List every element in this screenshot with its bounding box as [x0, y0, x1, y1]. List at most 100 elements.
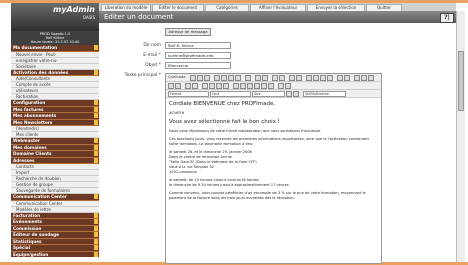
sidebar-section[interactable]: Mes Newsletters [11, 119, 99, 126]
expand-arrow-icon[interactable] [94, 100, 98, 105]
editor-content[interactable]: Cordiale BIENVENUE chez PROFImade. #CHEF… [166, 98, 381, 263]
align-center-icon[interactable] [209, 83, 215, 89]
tab-2[interactable]: Editer le document [152, 4, 204, 11]
indent-icon[interactable] [192, 83, 198, 89]
remove-format-icon[interactable] [296, 75, 302, 81]
strike-icon[interactable] [327, 75, 333, 81]
redo-icon[interactable] [262, 75, 268, 81]
ordered-list-icon[interactable] [168, 83, 174, 89]
scrollbar-thumb[interactable] [458, 51, 464, 111]
email-field[interactable]: kuehne@profimade.info [165, 52, 231, 59]
help-button[interactable]: ?| [440, 13, 454, 23]
expand-arrow-icon[interactable] [94, 245, 98, 250]
expand-arrow-icon[interactable] [94, 251, 98, 257]
tab-1[interactable]: Liberation du modèle [101, 4, 151, 11]
replace-icon[interactable] [279, 75, 285, 81]
select-all-icon[interactable] [289, 75, 295, 81]
tab-3[interactable]: Catégories [205, 4, 249, 11]
expand-arrow-icon[interactable] [94, 106, 98, 112]
expand-arrow-icon[interactable] [94, 212, 98, 218]
rich-text-editor[interactable]: Quellcode Format Font Size Stil/Maßnahme… [165, 73, 382, 264]
paste-text-icon[interactable] [235, 75, 241, 81]
rule-icon[interactable] [254, 83, 260, 89]
new-page-icon[interactable] [197, 75, 203, 81]
expand-arrow-icon[interactable] [94, 119, 98, 125]
expand-arrow-icon[interactable] [94, 238, 98, 244]
expand-arrow-icon[interactable] [94, 144, 98, 150]
unlink-icon[interactable] [361, 75, 367, 81]
sidebar-section[interactable]: Equipe/gestion [11, 251, 99, 257]
superscript-icon[interactable] [344, 75, 350, 81]
flash-icon[interactable] [240, 83, 246, 89]
expand-arrow-icon[interactable] [94, 69, 98, 75]
address-button[interactable]: Adresse de message [165, 28, 211, 36]
email-label: E-mail * [105, 53, 161, 58]
bg-color-icon[interactable] [285, 83, 291, 89]
justify-icon[interactable] [223, 83, 229, 89]
preview-icon[interactable] [204, 75, 210, 81]
expand-arrow-icon[interactable] [94, 232, 98, 237]
anchor-icon[interactable] [368, 75, 374, 81]
expand-arrow-icon[interactable] [94, 113, 98, 118]
smiley-icon[interactable] [261, 83, 267, 89]
save-icon[interactable] [190, 75, 196, 81]
undo-icon[interactable] [255, 75, 261, 81]
required-mark: * [158, 53, 161, 58]
expand-arrow-icon[interactable] [94, 157, 98, 163]
tab-4[interactable]: Affiner l'évaluateur [250, 4, 306, 11]
find-icon[interactable] [272, 75, 278, 81]
image-icon[interactable] [233, 83, 239, 89]
outdent-icon[interactable] [185, 83, 191, 89]
sidebar-label: Sociétaire [16, 63, 36, 69]
expand-arrow-icon[interactable] [94, 45, 98, 50]
sidebar-section[interactable]: Adresses [11, 157, 99, 164]
expand-arrow-icon[interactable] [94, 151, 98, 156]
expand-arrow-icon[interactable] [94, 225, 98, 231]
sidebar-label: Statistiques [13, 238, 42, 244]
expand-arrow-icon[interactable] [94, 219, 98, 224]
page-scrollbar[interactable] [456, 11, 465, 262]
link-icon[interactable] [354, 75, 360, 81]
underline-icon[interactable] [320, 75, 326, 81]
text-color-icon[interactable] [278, 83, 284, 89]
sidebar-label: Recherche de doublon [16, 176, 61, 181]
expand-arrow-icon[interactable] [94, 138, 98, 143]
bold-icon[interactable] [306, 75, 312, 81]
email-label-text: E-mail [143, 53, 158, 58]
copy-icon[interactable] [221, 75, 227, 81]
editor-toolbar-1: Quellcode [166, 74, 381, 82]
bullet-list-icon[interactable] [175, 83, 181, 89]
sidebar-section[interactable]: Ma documentation [11, 45, 99, 52]
sidebar: myAdmin OASIS PROD Saasdo 1.0 Ralf Kühne… [11, 3, 100, 257]
from-label: De nom [105, 43, 161, 48]
subscript-icon[interactable] [337, 75, 343, 81]
sidebar-label: (Vendredis) [16, 126, 39, 131]
bg-color-icon[interactable] [293, 91, 299, 97]
source-button[interactable]: Quellcode [168, 75, 186, 80]
text-color-icon[interactable] [286, 91, 292, 97]
size-select[interactable]: Size [252, 91, 285, 97]
paragraph: le samedi: de 10 heures jusqu'à environ1… [169, 178, 289, 187]
tab-5[interactable]: Envoyer la sélection [307, 4, 365, 11]
expand-arrow-icon[interactable] [94, 194, 98, 199]
font-select[interactable]: Font [210, 91, 251, 97]
sidebar-label: Activation des données [13, 69, 69, 75]
style-select[interactable]: Stil/Maßnahme [303, 91, 346, 97]
sidebar-section[interactable]: Activation des données [11, 69, 99, 76]
subject-field[interactable]: Bienvenue [165, 62, 231, 69]
sidebar-label: Éditeur de sondage [13, 232, 59, 237]
sidebar-section[interactable]: Communication Center [11, 194, 99, 201]
italic-icon[interactable] [313, 75, 319, 81]
paste-icon[interactable] [228, 75, 234, 81]
sidebar-label: Configuration [13, 100, 46, 105]
align-right-icon[interactable] [216, 83, 222, 89]
table-icon[interactable] [247, 83, 253, 89]
cut-icon[interactable] [214, 75, 220, 81]
print-icon[interactable] [245, 75, 251, 81]
sidebar-label: Gestion de groupe [16, 182, 53, 187]
special-char-icon[interactable] [268, 83, 274, 89]
tab-6[interactable]: Quitter [366, 4, 402, 11]
align-left-icon[interactable] [202, 83, 208, 89]
format-select[interactable]: Format [168, 91, 209, 97]
from-field[interactable]: Ralf D. Kühne [165, 42, 231, 49]
